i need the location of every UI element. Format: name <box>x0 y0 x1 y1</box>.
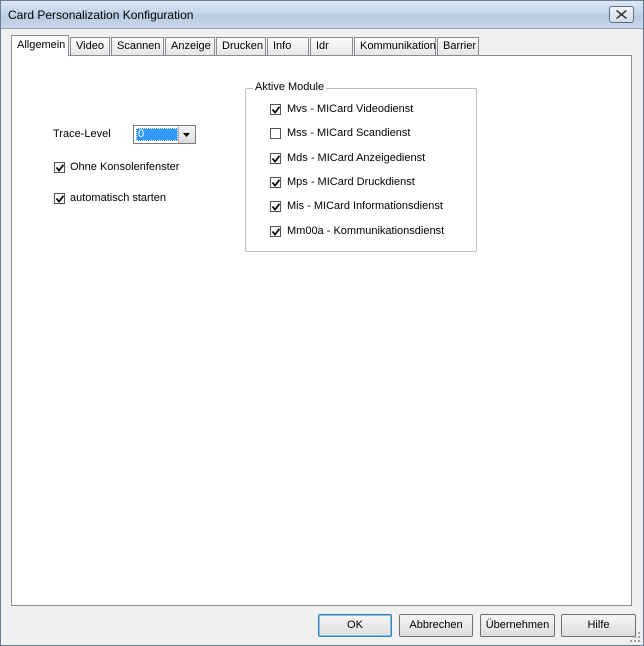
trace-level-select[interactable]: 0 <box>133 125 196 144</box>
checkmark-icon <box>272 203 280 211</box>
tab-info[interactable]: Info <box>267 37 309 55</box>
dropdown-button[interactable] <box>178 126 195 143</box>
checkbox-mvs[interactable] <box>270 104 281 115</box>
checkmark-icon <box>272 228 280 236</box>
close-button[interactable] <box>609 6 634 23</box>
resize-grip-icon[interactable] <box>630 632 640 642</box>
tab-label: Video <box>76 40 104 52</box>
checkbox-mps[interactable] <box>270 177 281 188</box>
checkbox-automatisch-starten[interactable] <box>54 193 65 204</box>
apply-button[interactable]: Übernehmen <box>480 614 555 637</box>
trace-level-label: Trace-Level <box>53 128 111 140</box>
module-label: Mss - MICard Scandienst <box>287 127 411 139</box>
checkbox-mis[interactable] <box>270 201 281 212</box>
checkmark-icon <box>272 106 280 114</box>
checkbox-mss[interactable] <box>270 128 281 139</box>
checkbox-ohne-konsolenfenster[interactable] <box>54 162 65 173</box>
tab-label: Idr <box>316 40 329 52</box>
tab-allgemein[interactable]: Allgemein <box>11 35 69 56</box>
title-bar[interactable]: Card Personalization Konfiguration <box>1 1 643 29</box>
tab-label: Kommunikation <box>360 40 436 52</box>
option-label: automatisch starten <box>70 192 166 204</box>
tab-barrier[interactable]: Barrier <box>437 37 479 55</box>
tab-drucken[interactable]: Drucken <box>216 37 266 55</box>
window-title: Card Personalization Konfiguration <box>8 8 194 22</box>
dialog-window: Card Personalization Konfiguration Allge… <box>0 0 644 646</box>
checkmark-icon <box>56 164 64 172</box>
chevron-down-icon <box>183 133 190 137</box>
ok-button[interactable]: OK <box>318 614 392 637</box>
checkbox-mm00a[interactable] <box>270 226 281 237</box>
tab-panel-allgemein: Trace-Level 0 Ohne Konsolenfenster autom… <box>11 55 632 606</box>
trace-level-value: 0 <box>136 128 178 141</box>
tab-idr[interactable]: Idr <box>310 37 353 55</box>
tab-label: Drucken <box>222 40 263 52</box>
option-label: Ohne Konsolenfenster <box>70 161 180 173</box>
tab-anzeige[interactable]: Anzeige <box>165 37 215 55</box>
tab-label: Allgemein <box>17 39 66 51</box>
tab-label: Scannen <box>117 40 161 52</box>
module-label: Mps - MICard Druckdienst <box>287 176 415 188</box>
active-modules-group: Aktive Module Mvs - MICard Videodienst M… <box>245 81 477 252</box>
checkmark-icon <box>56 195 64 203</box>
cancel-button[interactable]: Abbrechen <box>399 614 473 637</box>
checkmark-icon <box>272 179 280 187</box>
tab-label: Info <box>273 40 292 52</box>
tab-label: Barrier <box>443 40 477 52</box>
module-label: Mm00a - Kommunikationsdienst <box>287 225 445 237</box>
module-label: Mvs - MICard Videodienst <box>287 103 414 115</box>
group-title: Aktive Module <box>253 81 327 93</box>
module-label: Mds - MICard Anzeigedienst <box>287 152 426 164</box>
close-icon <box>616 10 627 19</box>
checkbox-mds[interactable] <box>270 153 281 164</box>
tab-label: Anzeige <box>171 40 211 52</box>
help-button[interactable]: Hilfe <box>561 614 636 637</box>
module-label: Mis - MICard Informationsdienst <box>287 200 443 212</box>
checkmark-icon <box>272 155 280 163</box>
tab-scannen[interactable]: Scannen <box>111 37 164 55</box>
tab-video[interactable]: Video <box>70 37 110 55</box>
tab-kommunikation[interactable]: Kommunikation <box>354 37 436 55</box>
